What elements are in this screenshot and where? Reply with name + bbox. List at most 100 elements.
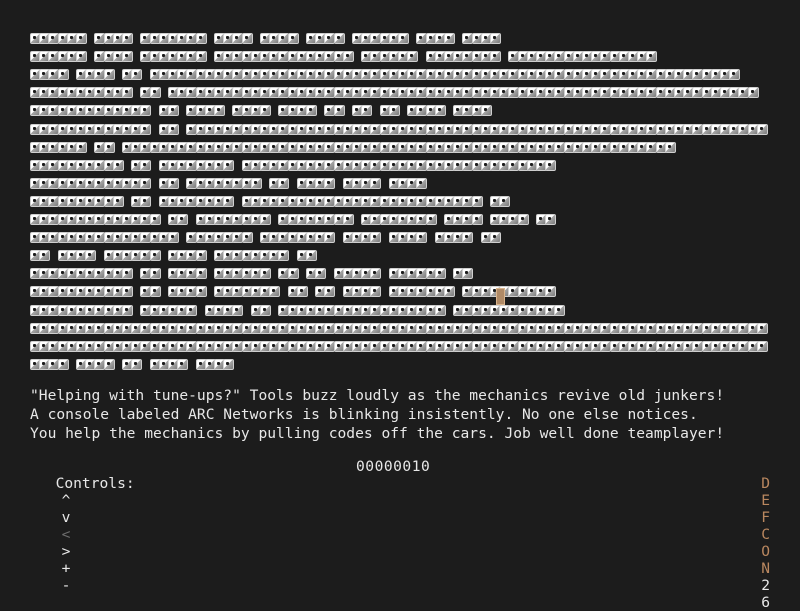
map-tile xyxy=(140,123,152,135)
map-tile xyxy=(241,232,253,244)
defcon-letter: C xyxy=(761,526,770,543)
map-tile xyxy=(223,358,235,370)
map-tile xyxy=(195,51,207,63)
map-tile xyxy=(664,141,676,153)
map-tile xyxy=(490,232,501,244)
map-tile xyxy=(269,286,281,298)
map-tile xyxy=(168,123,179,135)
defcon-logo: D E F C O N 2 6 xyxy=(735,458,770,611)
map-tile xyxy=(490,51,501,63)
map-tile xyxy=(499,195,511,207)
defcon-digit: 6 xyxy=(761,594,770,611)
map-tile xyxy=(112,195,124,207)
up-control[interactable]: ^ xyxy=(62,492,71,509)
map-tile xyxy=(112,159,124,171)
map-tile xyxy=(39,250,51,262)
map-tile xyxy=(195,33,207,44)
map-tile xyxy=(434,304,446,316)
map-tile xyxy=(517,214,529,225)
map-tile xyxy=(177,214,189,225)
map-tile xyxy=(287,33,299,44)
map-tile xyxy=(195,268,207,280)
plus-control[interactable]: + xyxy=(62,560,71,577)
map-tile xyxy=(140,195,152,207)
player-marker xyxy=(496,288,505,305)
defcon-letter: D xyxy=(761,475,770,492)
map-tile xyxy=(545,286,557,298)
map-tile xyxy=(103,69,115,81)
down-control[interactable]: v xyxy=(62,509,71,526)
score-counter: 00000010 xyxy=(356,458,431,475)
map-tile xyxy=(195,286,207,298)
map-tile xyxy=(434,268,446,280)
left-control[interactable]: < xyxy=(62,526,71,543)
message-line-3: You help the mechanics by pulling codes … xyxy=(30,425,725,442)
defcon-letter: E xyxy=(761,492,770,509)
map-tile xyxy=(149,87,161,99)
map-tile xyxy=(370,232,382,244)
map-tile xyxy=(122,304,133,316)
defcon-letter: N xyxy=(761,560,770,577)
map-tile xyxy=(241,33,253,44)
map-tile xyxy=(122,33,133,44)
map-tile xyxy=(545,214,557,225)
defcon-letter: O xyxy=(761,543,770,560)
map-tile xyxy=(462,232,474,244)
map-tile xyxy=(140,159,152,171)
map-tile xyxy=(76,33,87,44)
map-tile xyxy=(480,105,492,117)
map-tile xyxy=(444,33,455,44)
map-tile xyxy=(149,286,161,298)
map-tile xyxy=(131,358,143,370)
map-tile xyxy=(361,105,373,117)
map-tile xyxy=(122,268,133,280)
map-tile xyxy=(195,250,207,262)
map-tile xyxy=(306,105,317,117)
map-tile xyxy=(434,105,446,117)
map-tile xyxy=(756,322,768,334)
map-tile xyxy=(398,33,409,44)
map-tile xyxy=(103,141,115,153)
map-tile xyxy=(416,232,428,244)
map-tile xyxy=(747,87,759,99)
map-tile xyxy=(223,159,235,171)
map-tile xyxy=(324,232,336,244)
map-tile xyxy=(416,177,428,189)
map-tile xyxy=(333,105,345,117)
right-control[interactable]: > xyxy=(62,543,71,560)
map-tile xyxy=(57,358,69,370)
map-tile xyxy=(324,286,336,298)
map-tile xyxy=(260,304,271,316)
defcon-digit: 2 xyxy=(761,577,770,594)
map-tile xyxy=(250,177,262,189)
map-tile xyxy=(462,268,474,280)
map-tile xyxy=(388,105,400,117)
message-line-2: A console labeled ARC Networks is blinki… xyxy=(30,406,698,423)
map-tile xyxy=(370,268,382,280)
map-tile xyxy=(260,105,271,117)
map-tile xyxy=(122,286,133,298)
map-tile xyxy=(149,268,161,280)
map-tile xyxy=(333,33,345,44)
minus-control[interactable]: - xyxy=(62,577,71,594)
map-tile xyxy=(168,232,179,244)
map-tile xyxy=(342,214,354,225)
map-tile xyxy=(140,177,152,189)
map-tile xyxy=(260,214,271,225)
controls-bar: Controls: ^ v < > + - xyxy=(38,458,135,594)
map-tile xyxy=(186,304,198,316)
map-tile xyxy=(76,141,87,153)
map-tile xyxy=(554,304,566,316)
map-tile xyxy=(278,177,290,189)
map-tile xyxy=(729,69,741,81)
map-tile xyxy=(370,286,382,298)
map-tile xyxy=(149,214,161,225)
map-tile xyxy=(122,51,133,63)
controls-label: Controls: xyxy=(55,475,135,492)
map-tile xyxy=(287,268,299,280)
map-tile xyxy=(545,159,557,171)
map-tile xyxy=(756,340,768,352)
map-tile xyxy=(168,105,179,117)
map-tile xyxy=(407,51,419,63)
map-tile xyxy=(149,250,161,262)
